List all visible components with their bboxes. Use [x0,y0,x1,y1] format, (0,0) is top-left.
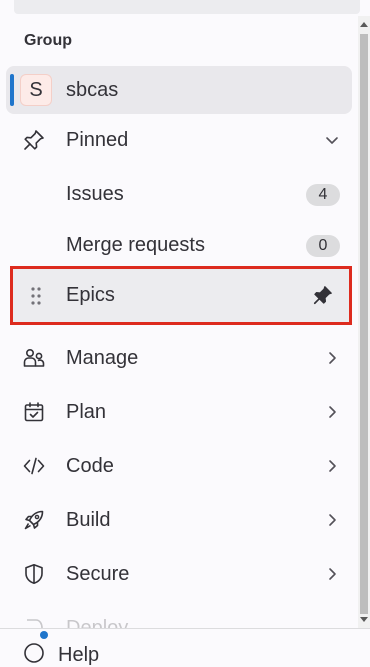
shield-icon [25,564,43,584]
sidebar-section-pinned[interactable]: Pinned [0,116,356,164]
sidebar-item-label: Secure [66,563,130,585]
avatar: S [20,74,52,106]
notification-dot [40,631,48,639]
chevron-right-icon [329,514,336,526]
code-icon [23,457,45,475]
scroll-up-arrow[interactable] [360,22,368,27]
count-badge: 0 [306,235,340,257]
chevron-right-icon [329,460,336,472]
deploy-icon [27,619,43,628]
sidebar-item-label: Manage [66,347,139,369]
calendar-icon [24,402,44,422]
sidebar-item-label: Merge requests [66,234,205,256]
scrollbar-thumb[interactable] [360,34,368,614]
sidebar: Group S sbcas Pinned Issues 4 Merge requ… [0,16,356,628]
sidebar-item-deploy[interactable]: Deploy [0,604,356,628]
sidebar-item-build[interactable]: Build [0,496,356,544]
users-icon [23,348,45,367]
sidebar-item-secure[interactable]: Secure [0,550,356,598]
sidebar-item-label: Build [66,509,111,531]
chevron-right-icon [329,352,336,364]
chevron-down-icon [326,137,338,144]
sidebar-item-merge-requests[interactable]: Merge requests 0 [0,221,356,269]
sidebar-footer: Help [0,628,370,666]
pinned-label: Pinned [66,129,129,151]
help-label[interactable]: Help [58,644,99,667]
sidebar-item-issues[interactable]: Issues 4 [0,170,356,218]
top-bar [14,0,360,14]
sidebar-item-epics[interactable]: Epics [10,266,352,325]
sidebar-item-label: Epics [66,284,115,306]
count-badge: 4 [306,184,340,206]
drag-handle-icon[interactable] [30,286,42,306]
sidebar-item-code[interactable]: Code [0,442,356,490]
sidebar-item-label: Plan [66,401,107,423]
chevron-right-icon [329,406,336,418]
rocket-icon [24,510,44,530]
sidebar-item-label: Code [66,455,114,477]
scrollbar[interactable] [358,16,370,628]
active-indicator [10,74,14,106]
sidebar-group-sbcas[interactable]: S sbcas [6,66,352,114]
help-icon[interactable] [22,641,46,665]
sidebar-item-label: Issues [66,183,124,205]
chevron-right-icon [329,568,336,580]
pin-icon[interactable] [312,284,334,306]
scroll-down-arrow[interactable] [360,617,368,622]
sidebar-item-manage[interactable]: Manage [0,334,356,382]
group-name: sbcas [66,79,119,101]
section-title: Group [24,32,72,49]
sidebar-item-plan[interactable]: Plan [0,388,356,436]
thumbtack-icon [24,130,44,150]
sidebar-item-label: Deploy [66,617,129,628]
